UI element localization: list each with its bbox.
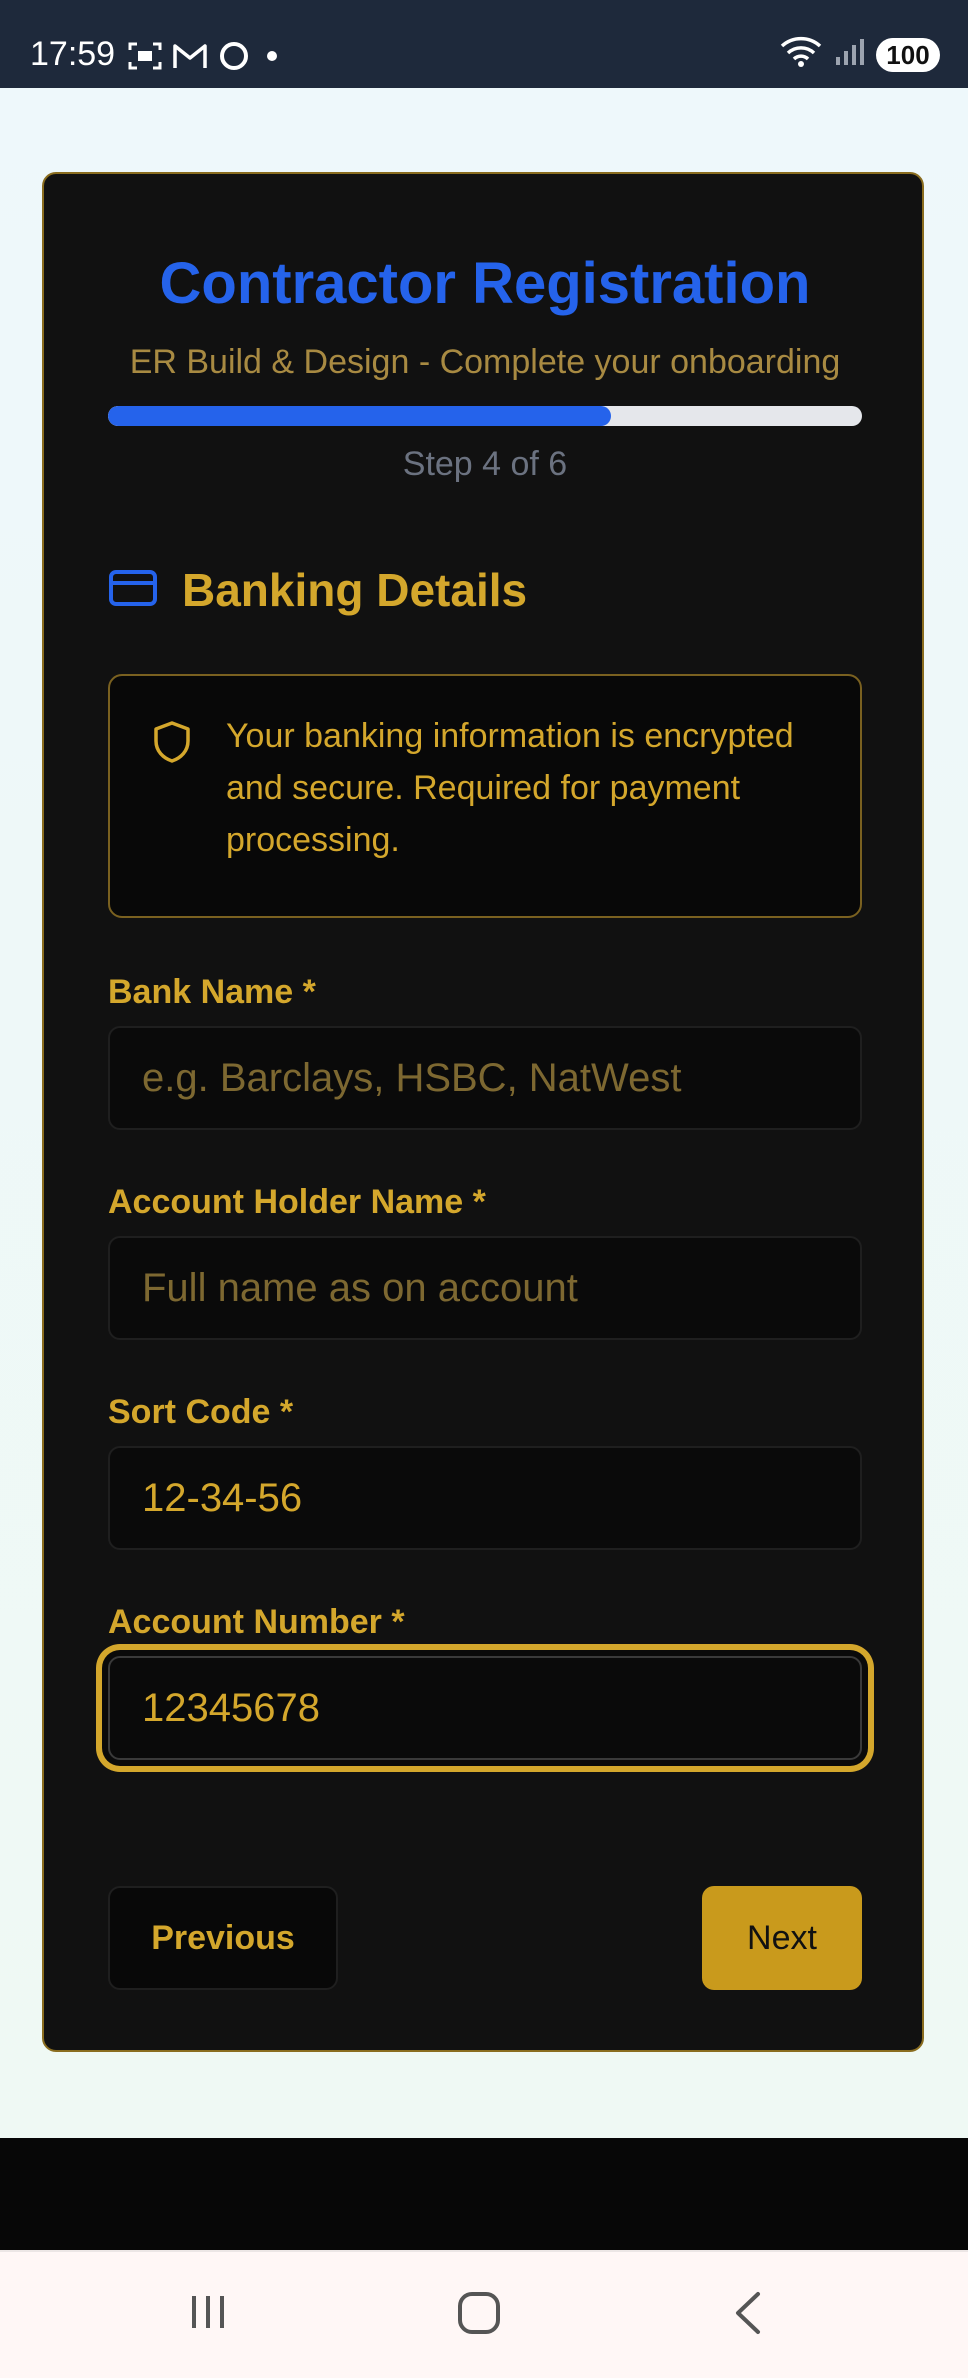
- section-header: Banking Details: [108, 562, 527, 618]
- sort-code-input[interactable]: [108, 1446, 862, 1550]
- system-icons: 100: [780, 36, 940, 73]
- previous-button[interactable]: Previous: [108, 1886, 338, 1990]
- account-number-input[interactable]: [108, 1656, 862, 1760]
- back-icon[interactable]: [730, 2290, 766, 2341]
- notification-icons: [128, 40, 284, 77]
- battery-indicator: 100: [876, 37, 940, 72]
- bottom-dark-strip: [0, 2138, 968, 2250]
- progress-fill: [108, 406, 611, 426]
- shield-icon: [152, 720, 192, 769]
- credit-card-icon: [108, 569, 158, 612]
- signal-icon: [834, 37, 864, 72]
- account-number-label: Account Number *: [108, 1603, 405, 1641]
- home-icon[interactable]: [456, 2290, 502, 2341]
- wifi-icon: [780, 36, 822, 73]
- progress-bar: [108, 406, 862, 426]
- gmail-icon: [172, 42, 208, 75]
- step-indicator: Step 4 of 6: [402, 445, 568, 483]
- status-bar: 17:59 100: [0, 0, 968, 88]
- account-holder-label: Account Holder Name *: [108, 1183, 486, 1221]
- status-time: 17:59: [30, 35, 116, 73]
- circle-app-icon: [218, 40, 250, 77]
- section-title: Banking Details: [182, 564, 528, 616]
- security-notice: Your banking information is encrypted an…: [108, 674, 862, 918]
- screenshot-icon: [128, 41, 162, 76]
- next-button[interactable]: Next: [702, 1886, 862, 1990]
- account-holder-input[interactable]: [108, 1236, 862, 1340]
- registration-card: Contractor Registration ER Build & Desig…: [42, 172, 924, 2052]
- security-notice-text: Your banking information is encrypted an…: [226, 717, 794, 859]
- recent-apps-icon[interactable]: [186, 2290, 230, 2339]
- sort-code-label: Sort Code *: [108, 1393, 294, 1431]
- bank-name-input[interactable]: [108, 1026, 862, 1130]
- page-title: Contractor Registration: [159, 251, 811, 316]
- navigation-bar: [0, 2250, 968, 2378]
- bank-name-label: Bank Name *: [108, 973, 316, 1011]
- dot-icon: [260, 44, 284, 73]
- page-subtitle: ER Build & Design - Complete your onboar…: [129, 343, 841, 381]
